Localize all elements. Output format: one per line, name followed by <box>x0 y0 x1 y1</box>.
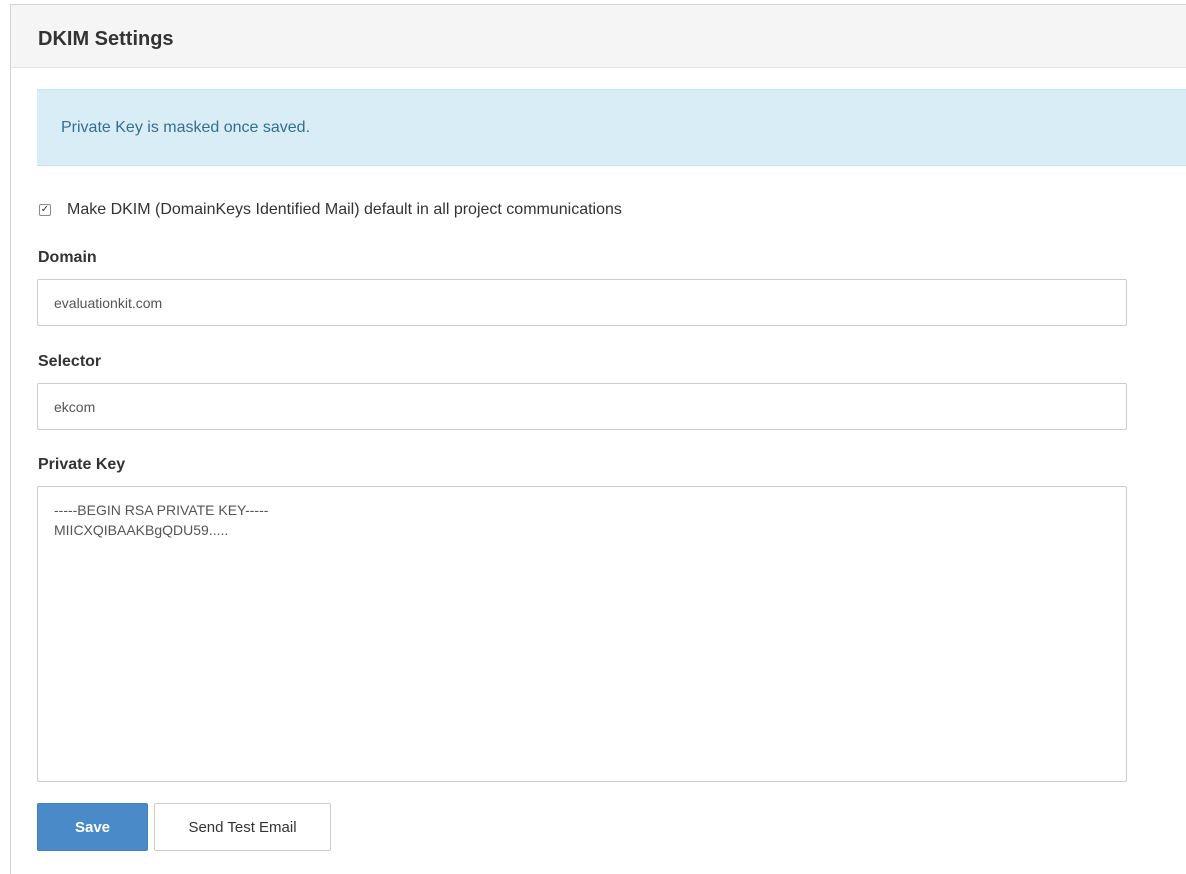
domain-input[interactable] <box>37 279 1127 326</box>
panel-title: DKIM Settings <box>38 28 174 50</box>
dkim-default-label[interactable]: Make DKIM (DomainKeys Identified Mail) d… <box>67 200 622 220</box>
domain-label: Domain <box>38 249 97 266</box>
send-test-email-button[interactable]: Send Test Email <box>154 803 331 851</box>
check-icon: ✓ <box>40 204 50 215</box>
private-key-textarea[interactable]: -----BEGIN RSA PRIVATE KEY----- MIICXQIB… <box>37 486 1127 782</box>
dkim-default-option: ✓ Make DKIM (DomainKeys Identified Mail)… <box>39 199 622 221</box>
dkim-settings-panel: DKIM Settings Private Key is masked once… <box>10 4 1186 874</box>
panel-heading: DKIM Settings <box>11 5 1186 68</box>
info-alert: Private Key is masked once saved. <box>37 89 1186 166</box>
save-button[interactable]: Save <box>37 803 148 851</box>
private-key-label: Private Key <box>38 456 126 473</box>
selector-input[interactable] <box>37 383 1127 430</box>
alert-text: Private Key is masked once saved. <box>61 119 311 136</box>
selector-label: Selector <box>38 353 102 370</box>
dkim-default-checkbox[interactable]: ✓ <box>39 204 51 216</box>
